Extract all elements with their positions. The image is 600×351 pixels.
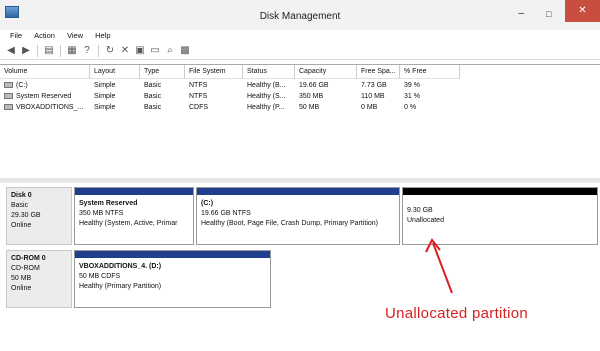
annotation-arrow bbox=[425, 238, 453, 294]
annotation-label: Unallocated partition bbox=[385, 305, 529, 322]
